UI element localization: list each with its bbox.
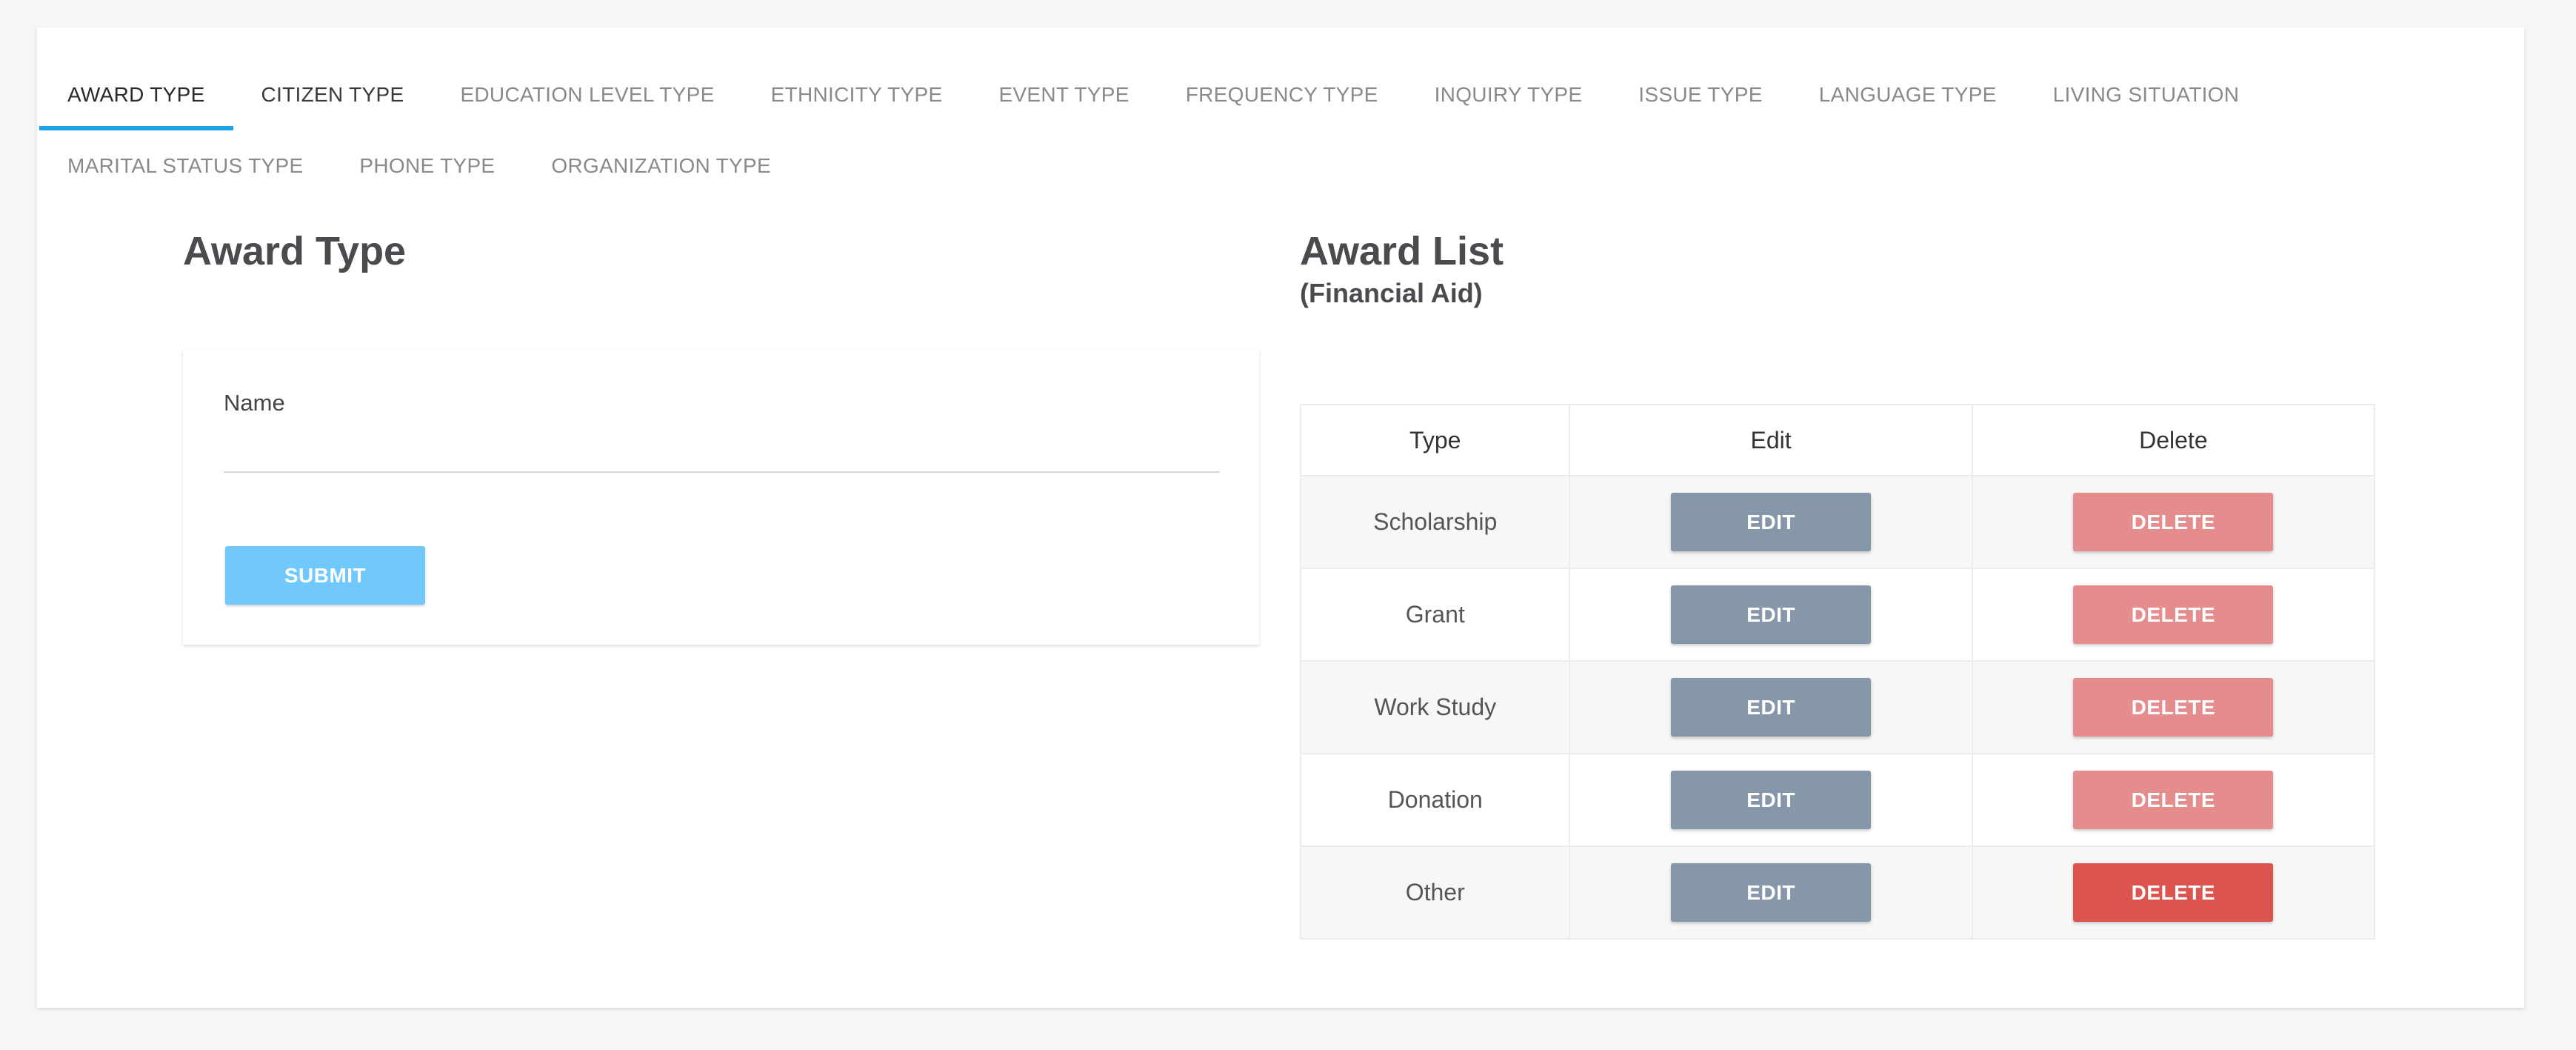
delete-button[interactable]: DELETE xyxy=(2073,493,2274,551)
row-delete-cell: DELETE xyxy=(1971,753,2376,847)
delete-button[interactable]: DELETE xyxy=(2073,585,2274,644)
tab-event-type[interactable]: EVENT TYPE xyxy=(970,59,1157,130)
row-type: Grant xyxy=(1299,568,1571,662)
name-input[interactable] xyxy=(224,424,1220,473)
list-title: Award List xyxy=(1300,229,1504,273)
row-edit-cell: EDIT xyxy=(1569,475,1973,569)
row-edit-cell: EDIT xyxy=(1569,660,1973,754)
delete-button[interactable]: DELETE xyxy=(2073,863,2274,922)
row-delete-cell: DELETE xyxy=(1971,845,2376,940)
table-row: Other EDIT DELETE xyxy=(1299,845,2376,940)
edit-button[interactable]: EDIT xyxy=(1671,863,1872,922)
tab-language-type[interactable]: LANGUAGE TYPE xyxy=(1791,59,2025,130)
edit-button[interactable]: EDIT xyxy=(1671,678,1872,737)
column-header-type: Type xyxy=(1299,404,1571,476)
table-row: Scholarship EDIT DELETE xyxy=(1299,475,2376,569)
table-row: Work Study EDIT DELETE xyxy=(1299,660,2376,754)
row-edit-cell: EDIT xyxy=(1569,753,1973,847)
edit-button[interactable]: EDIT xyxy=(1671,585,1872,644)
delete-button[interactable]: DELETE xyxy=(2073,771,2274,829)
tab-ethnicity-type[interactable]: ETHNICITY TYPE xyxy=(743,59,971,130)
row-delete-cell: DELETE xyxy=(1971,568,2376,662)
award-list-table: Type Edit Delete Scholarship EDIT DELETE… xyxy=(1299,404,2376,940)
column-header-delete: Delete xyxy=(1971,404,2376,476)
tab-inquiry-type[interactable]: INQUIRY TYPE xyxy=(1407,59,1611,130)
table-header-row: Type Edit Delete xyxy=(1299,404,2376,476)
table-row: Donation EDIT DELETE xyxy=(1299,753,2376,847)
name-label: Name xyxy=(224,390,285,416)
form-title: Award Type xyxy=(183,229,407,273)
row-type: Donation xyxy=(1299,753,1571,847)
row-edit-cell: EDIT xyxy=(1569,568,1973,662)
edit-button[interactable]: EDIT xyxy=(1671,771,1872,829)
tab-marital-status-type[interactable]: MARITAL STATUS TYPE xyxy=(39,130,331,202)
delete-button[interactable]: DELETE xyxy=(2073,678,2274,737)
tab-citizen-type[interactable]: CITIZEN TYPE xyxy=(233,59,433,130)
list-subtitle: (Financial Aid) xyxy=(1300,278,1483,308)
tab-organization-type[interactable]: ORGANIZATION TYPE xyxy=(523,130,799,202)
row-type: Work Study xyxy=(1299,660,1571,754)
submit-button[interactable]: SUBMIT xyxy=(225,546,425,605)
column-header-edit: Edit xyxy=(1569,404,1973,476)
row-delete-cell: DELETE xyxy=(1971,475,2376,569)
table-row: Grant EDIT DELETE xyxy=(1299,568,2376,662)
tab-phone-type[interactable]: PHONE TYPE xyxy=(331,130,523,202)
row-delete-cell: DELETE xyxy=(1971,660,2376,754)
row-type: Other xyxy=(1299,845,1571,940)
tab-bar: AWARD TYPE CITIZEN TYPE EDUCATION LEVEL … xyxy=(39,59,2469,202)
award-type-form: Name SUBMIT xyxy=(183,350,1259,645)
tab-award-type[interactable]: AWARD TYPE xyxy=(39,59,233,130)
edit-button[interactable]: EDIT xyxy=(1671,493,1872,551)
tab-frequency-type[interactable]: FREQUENCY TYPE xyxy=(1158,59,1407,130)
row-edit-cell: EDIT xyxy=(1569,845,1973,940)
tab-education-level-type[interactable]: EDUCATION LEVEL TYPE xyxy=(432,59,742,130)
tab-living-situation[interactable]: LIVING SITUATION xyxy=(2025,59,2268,130)
tab-issue-type[interactable]: ISSUE TYPE xyxy=(1610,59,1790,130)
row-type: Scholarship xyxy=(1299,475,1571,569)
